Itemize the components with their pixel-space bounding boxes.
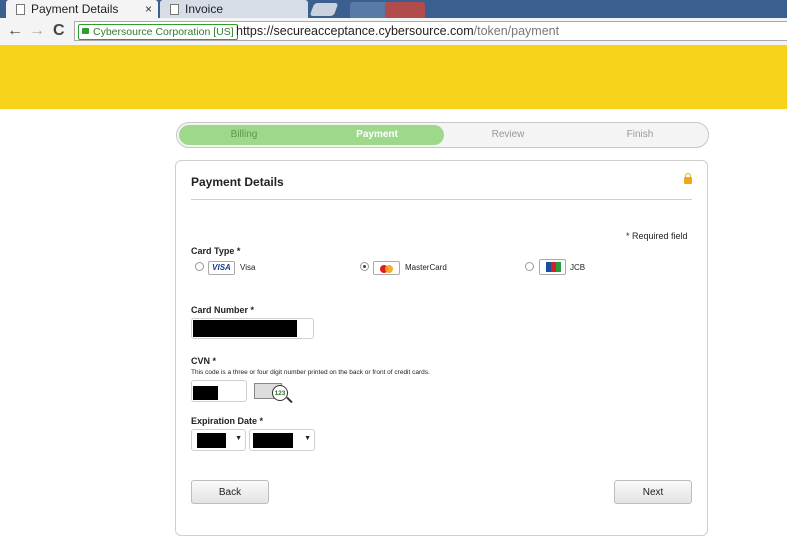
- redacted-cvn: [193, 386, 218, 400]
- chevron-down-icon: ▼: [235, 435, 242, 442]
- step-review: Review: [491, 129, 525, 140]
- mastercard-logo-icon: [373, 261, 400, 275]
- checkout-progress: Billing Payment Review Finish: [176, 122, 709, 148]
- jcb-logo-icon: [539, 259, 566, 275]
- address-bar[interactable]: Cybersource Corporation [US] https://sec…: [74, 21, 787, 41]
- ev-certificate-badge[interactable]: Cybersource Corporation [US]: [78, 24, 238, 40]
- browser-tab-strip: Payment Details × Invoice: [0, 0, 787, 18]
- ev-badge-text: Cybersource Corporation [US]: [93, 26, 234, 38]
- url-host: https://secureacceptance.cybersource.com: [236, 24, 474, 38]
- background-tab[interactable]: [385, 2, 425, 18]
- url-text[interactable]: https://secureacceptance.cybersource.com…: [236, 24, 559, 39]
- cvn-hint: This code is a three or four digit numbe…: [191, 369, 430, 376]
- required-field-note: * Required field: [626, 231, 688, 241]
- url-path: /token/payment: [473, 24, 560, 38]
- page-icon: [16, 3, 25, 15]
- tab-label: Invoice: [185, 2, 224, 16]
- redacted-card-number: [193, 320, 297, 337]
- visa-logo-icon: VISA: [208, 261, 235, 275]
- chevron-down-icon: ▼: [304, 435, 311, 442]
- cvn-input[interactable]: [191, 380, 247, 402]
- card-type-jcb-radio[interactable]: [525, 262, 534, 271]
- tab-label: Payment Details: [31, 2, 119, 16]
- expiration-date-label: Expiration Date *: [191, 416, 264, 426]
- tab-payment-details[interactable]: Payment Details ×: [6, 0, 158, 18]
- page-icon: [170, 3, 179, 15]
- new-tab-button[interactable]: [309, 3, 339, 16]
- expiration-month-select[interactable]: ▼: [191, 429, 246, 451]
- lock-icon: [82, 28, 89, 34]
- cvn-label: CVN *: [191, 356, 217, 366]
- padlock-icon: [684, 173, 692, 184]
- back-icon[interactable]: ←: [7, 22, 23, 40]
- card-type-jcb-label: JCB: [570, 263, 586, 272]
- card-type-visa-radio[interactable]: [195, 262, 204, 271]
- step-billing: Billing: [230, 129, 258, 140]
- step-finish: Finish: [626, 129, 654, 140]
- card-type-label: Card Type *: [191, 246, 241, 256]
- page-title: Payment Details: [191, 175, 284, 189]
- expiration-year-select[interactable]: ▼: [249, 429, 315, 451]
- redacted-month: [197, 433, 226, 448]
- back-button[interactable]: Back: [191, 480, 269, 504]
- forward-icon[interactable]: →: [29, 22, 45, 40]
- header-banner: [0, 46, 787, 109]
- next-button[interactable]: Next: [614, 480, 692, 504]
- tab-invoice[interactable]: Invoice: [160, 0, 308, 18]
- card-type-mastercard-radio[interactable]: [360, 262, 369, 271]
- redacted-year: [253, 433, 293, 448]
- card-type-mastercard-label: MasterCard: [405, 263, 447, 272]
- browser-toolbar: ← → C Cybersource Corporation [US] https…: [0, 18, 787, 46]
- divider: [191, 199, 692, 200]
- reload-icon[interactable]: C: [53, 22, 65, 40]
- card-type-visa-label: Visa: [240, 263, 256, 272]
- cvn-magnifier-icon: 123: [272, 385, 288, 401]
- card-number-input[interactable]: [191, 318, 314, 339]
- step-payment: Payment: [356, 129, 398, 140]
- close-tab-icon[interactable]: ×: [145, 2, 152, 16]
- card-number-label: Card Number *: [191, 305, 255, 315]
